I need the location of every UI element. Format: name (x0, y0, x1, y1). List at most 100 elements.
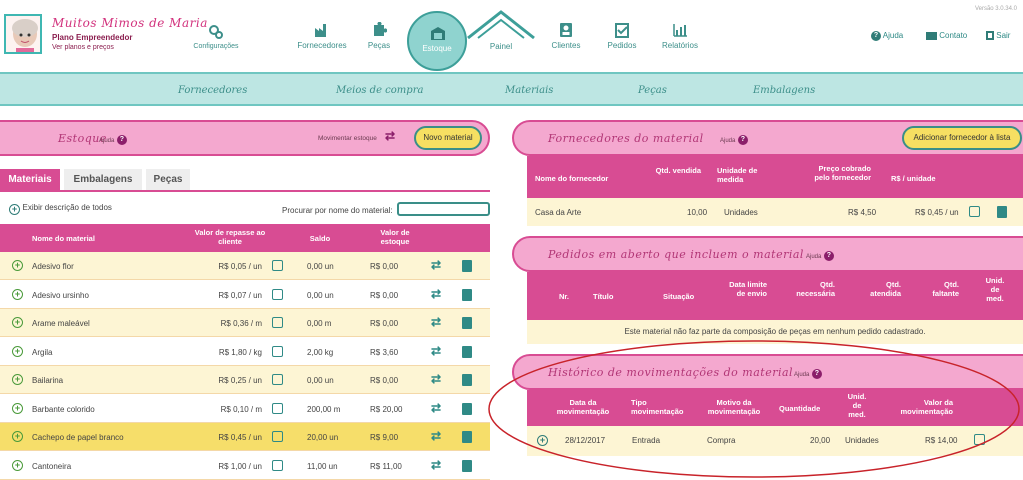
search-input[interactable] (397, 202, 490, 216)
edit-icon[interactable] (969, 206, 980, 217)
table-row[interactable]: + Arame maleável R$ 0,36 / m 0,00 m R$ 0,00 ⇄ (0, 309, 490, 337)
table-row[interactable]: + Argila R$ 1,80 / kg 2,00 kg R$ 3,60 ⇄ (0, 337, 490, 366)
col-data-mov: Data da movimentação (556, 398, 610, 416)
subnav-pecas[interactable]: Peças (638, 85, 667, 96)
material-valor: R$ 0,00 (370, 262, 399, 271)
edit-icon[interactable] (272, 459, 283, 471)
help-icon: ? (871, 31, 881, 41)
edit-icon[interactable] (272, 317, 283, 328)
plus-icon[interactable]: + (12, 345, 23, 357)
help-link[interactable]: ? Ajuda (871, 31, 903, 41)
swap-icon[interactable]: ⇄ (431, 458, 441, 472)
nav-label: Estoque (422, 44, 452, 53)
material-repasse: R$ 0,45 / un (218, 433, 262, 442)
contact-link[interactable]: Contato (926, 31, 967, 40)
swap-icon[interactable]: ⇄ (431, 401, 441, 415)
novo-material-button[interactable]: Novo material (414, 126, 482, 150)
nav-estoque[interactable]: Estoque (407, 11, 467, 71)
help-label: Ajuda (794, 372, 810, 378)
plus-icon[interactable]: + (12, 288, 23, 300)
nav-painel[interactable]: Painel (466, 8, 536, 51)
plus-icon[interactable]: + (12, 431, 23, 442)
material-repasse: R$ 0,05 / un (218, 262, 262, 271)
material-nome: Argila (32, 347, 53, 357)
fornecedores-help[interactable]: Ajuda ? (720, 134, 748, 145)
plus-icon[interactable]: + (12, 317, 23, 328)
historico-valor: R$ 14,00 (925, 436, 958, 445)
plus-icon[interactable]: + (12, 260, 23, 271)
material-nome: Adesivo flor (32, 262, 74, 271)
exibir-descricao[interactable]: + Exibir descrição de todos (9, 203, 112, 215)
edit-icon[interactable] (974, 434, 985, 445)
edit-icon[interactable] (272, 260, 283, 271)
table-row[interactable]: + Adesivo flor R$ 0,05 / un 0,00 un R$ 0,00 ⇄ (0, 252, 490, 280)
nav-pedidos[interactable]: Pedidos (606, 22, 638, 50)
estoque-help[interactable]: Ajuda ? (99, 134, 127, 145)
plus-icon[interactable]: + (537, 435, 548, 446)
tab-embalagens[interactable]: Embalagens (64, 169, 142, 190)
edit-icon[interactable] (272, 345, 283, 357)
nav-clientes[interactable]: Clientes (548, 22, 584, 50)
exibir-label: Exibir descrição de todos (22, 203, 112, 212)
swap-icon[interactable]: ⇄ (431, 372, 441, 386)
col-quantidade: Quantidade (779, 404, 821, 413)
trash-icon[interactable] (462, 345, 472, 358)
pedidos-help[interactable]: Ajuda ? (806, 250, 834, 261)
trash-icon[interactable] (462, 317, 472, 329)
swap-icon[interactable]: ⇄ (431, 344, 441, 358)
tab-pecas[interactable]: Peças (146, 169, 190, 190)
swap-icon[interactable]: ⇄ (431, 315, 441, 329)
trash-icon[interactable] (462, 459, 472, 472)
trash-icon[interactable] (462, 402, 472, 415)
puzzle-icon (374, 22, 387, 36)
trash-icon[interactable] (997, 206, 1007, 218)
trash-icon[interactable] (462, 431, 472, 443)
subnav-fornecedores[interactable]: Fornecedores (178, 85, 247, 96)
contact-icon (560, 23, 572, 37)
help-icon: ? (737, 134, 748, 145)
edit-icon[interactable] (272, 431, 283, 442)
edit-icon[interactable] (272, 402, 283, 414)
nav-fornecedores[interactable]: Fornecedores (296, 22, 348, 50)
subnav-meios-de-compra[interactable]: Meios de compra (336, 85, 423, 96)
trash-icon[interactable] (462, 374, 472, 386)
material-nome: Cachepo de papel branco (32, 433, 124, 442)
nav-configuracoes[interactable]: Configurações (192, 24, 240, 50)
table-row[interactable]: + Cantoneira R$ 1,00 / un 11,00 un R$ 11,00 ⇄ (0, 451, 490, 480)
trash-icon[interactable] (462, 288, 472, 301)
plus-icon[interactable]: + (12, 459, 23, 471)
estoque-table-header: Nome do material Valor de repasse ao cli… (0, 224, 490, 252)
plus-icon[interactable]: + (12, 402, 23, 414)
trash-icon[interactable] (462, 260, 472, 272)
table-row[interactable]: + Adesivo ursinho R$ 0,07 / un 0,00 un R$ 0,… (0, 280, 490, 309)
swap-icon[interactable]: ⇄ (431, 258, 441, 272)
subnav-embalagens[interactable]: Embalagens (753, 85, 815, 96)
historico-help[interactable]: Ajuda ? (794, 368, 822, 379)
swap-icon[interactable]: ⇄ (431, 287, 441, 301)
edit-icon[interactable] (272, 288, 283, 300)
pedidos-table-header: Nr. Título Situação Data limite de envio… (527, 272, 1023, 320)
table-row[interactable]: + Barbante colorido R$ 0,10 / m 200,00 m R$ … (0, 394, 490, 423)
logout-link[interactable]: Sair (986, 31, 1010, 41)
fornecedores-table-header: Nome do fornecedor Qtd. vendida Unidade … (527, 156, 1023, 198)
add-fornecedor-button[interactable]: Adicionar fornecedor à lista (902, 126, 1022, 150)
plus-icon[interactable]: + (12, 374, 23, 385)
swap-icon[interactable]: ⇄ (431, 429, 441, 443)
brand-name: Muitos Mimos de Maria (52, 16, 208, 30)
nav-relatorios[interactable]: Relatórios (658, 22, 702, 50)
table-row[interactable]: + Bailarina R$ 0,25 / un 0,00 un R$ 0,00 ⇄ (0, 366, 490, 394)
edit-icon[interactable] (272, 374, 283, 385)
col-qtd-faltante: Qtd. faltante (932, 280, 959, 298)
nav-pecas[interactable]: Peças (364, 22, 394, 50)
historico-table-header: Data da movimentação Tipo movimentação M… (527, 390, 1023, 426)
subnav-materiais[interactable]: Materiais (505, 85, 553, 96)
historico-data: 28/12/2017 (565, 436, 606, 445)
swap-icon[interactable]: ⇄ (385, 129, 395, 143)
table-row[interactable]: + Cachepo de papel branco R$ 0,45 / un 20,0… (0, 423, 490, 451)
help-label: Ajuda (882, 31, 904, 41)
plans-link[interactable]: Ver planos e preços (52, 44, 114, 51)
material-valor: R$ 0,00 (370, 376, 399, 385)
tab-materiais[interactable]: Materiais (0, 169, 60, 190)
contact-label: Contato (939, 31, 968, 40)
fornecedor-preco: R$ 4,50 (848, 208, 877, 217)
